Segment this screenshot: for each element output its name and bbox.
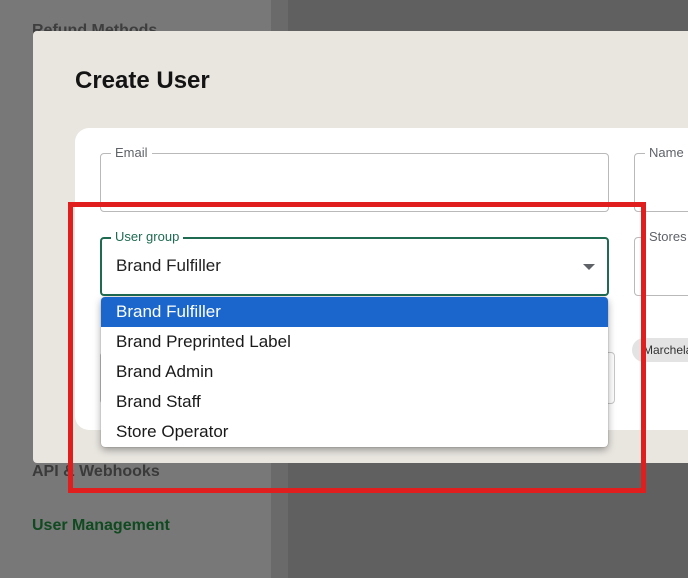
name-label: Name — [645, 145, 688, 161]
sidebar-item-user-management[interactable]: User Management — [32, 517, 170, 535]
highlight-box — [68, 202, 646, 493]
email-label: Email — [111, 145, 152, 161]
stores-label: Stores — [645, 229, 688, 245]
modal-title: Create User — [75, 67, 210, 94]
